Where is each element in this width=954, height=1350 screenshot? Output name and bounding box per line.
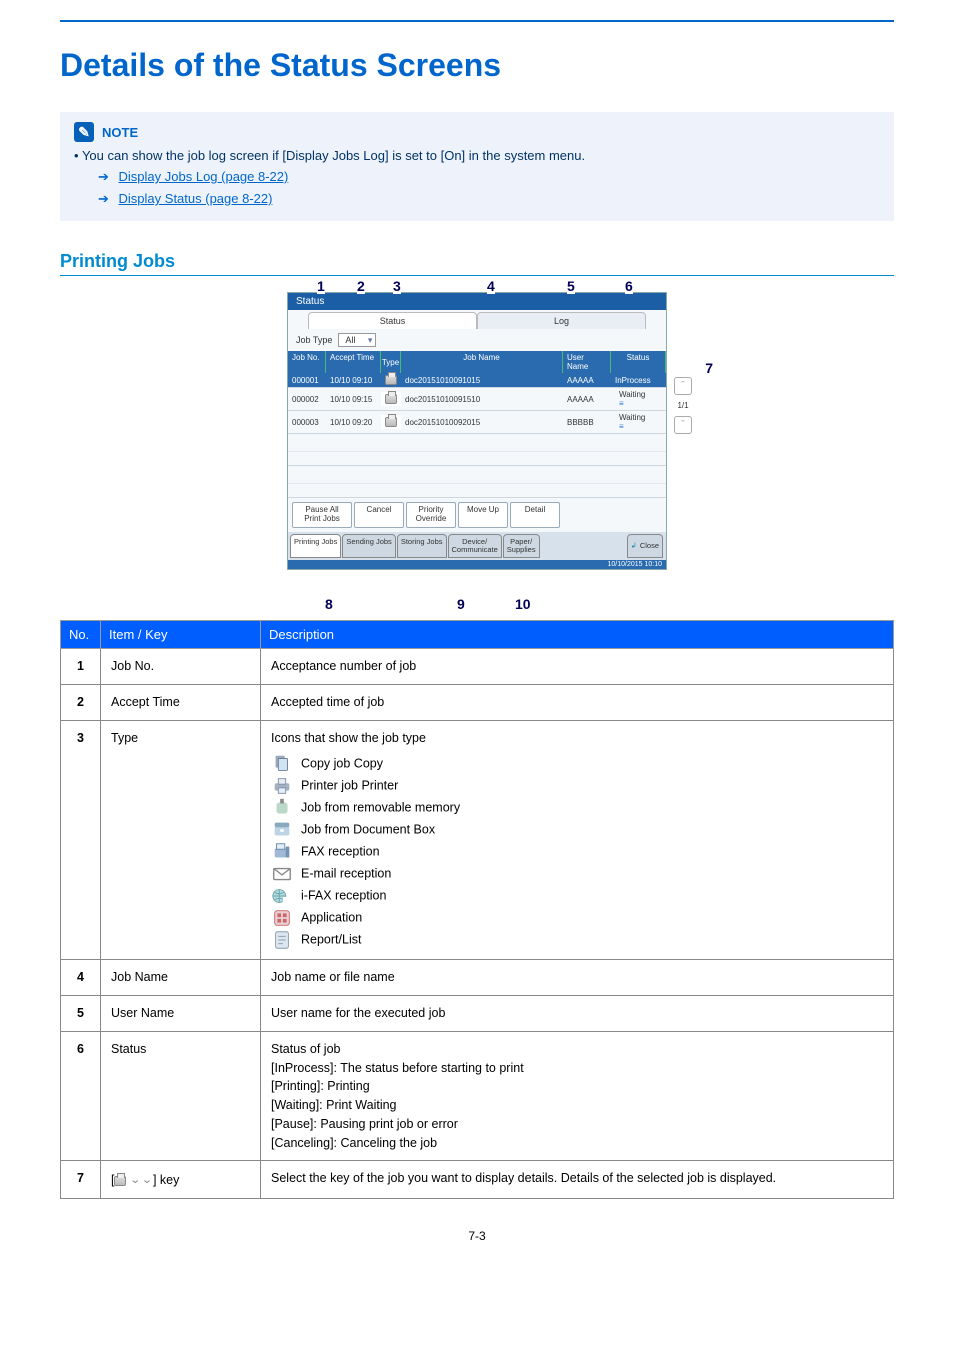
callout-4: 4 — [487, 278, 495, 294]
type-icon — [381, 392, 401, 406]
ifax-icon — [271, 885, 291, 907]
callout-10: 10 — [515, 596, 531, 612]
note-block: ✎ NOTE • You can show the job log screen… — [60, 112, 894, 221]
move-up-button[interactable]: Move Up — [458, 502, 508, 528]
table-row[interactable]: 000002 10/10 09:15 doc20151010091510 AAA… — [288, 388, 666, 411]
timestamp: 10/10/2015 10:10 — [288, 560, 666, 569]
tab-log[interactable]: Log — [477, 312, 646, 329]
callout-2: 2 — [357, 278, 365, 294]
fax-icon — [271, 841, 291, 863]
table-row[interactable]: 000003 10/10 09:20 doc20151010092015 BBB… — [288, 411, 666, 434]
th-no: No. — [61, 621, 101, 649]
table-row: 4 Job Name Job name or file name — [61, 960, 894, 996]
page-number: 7-3 — [60, 1229, 894, 1243]
tab-sending-jobs[interactable]: Sending Jobs — [342, 534, 395, 559]
tab-storing-jobs[interactable]: Storing Jobs — [397, 534, 447, 559]
callout-9: 9 — [457, 596, 465, 612]
callout-3: 3 — [393, 278, 401, 294]
th-desc: Description — [261, 621, 894, 649]
table-row: 5 User Name User name for the executed j… — [61, 996, 894, 1032]
section-title: Printing Jobs — [60, 251, 894, 276]
table-row: 3 Type Icons that show the job type Copy… — [61, 720, 894, 960]
arrow-icon: ➔ — [98, 191, 109, 206]
note-link-jobs-log[interactable]: Display Jobs Log (page 8-22) — [119, 169, 289, 184]
note-link-row: ➔ Display Status (page 8-22) — [74, 191, 880, 207]
note-icon: ✎ — [74, 122, 94, 142]
page-title: Details of the Status Screens — [60, 47, 894, 84]
tab-device-communicate[interactable]: Device/Communicate — [448, 534, 502, 559]
note-link-row: ➔ Display Jobs Log (page 8-22) — [74, 169, 880, 185]
callout-1: 1 — [317, 278, 325, 294]
window-title: Status — [288, 293, 666, 310]
tab-status[interactable]: Status — [308, 312, 477, 329]
note-line: • You can show the job log screen if [Di… — [74, 148, 880, 163]
scroll-up-button[interactable]: ˆ — [674, 377, 692, 395]
type-icon — [381, 415, 401, 429]
printer-mini-icon — [114, 1176, 126, 1186]
th-item: Item / Key — [101, 621, 261, 649]
type-icon — [381, 373, 401, 387]
table-row: 6 Status Status of job [InProcess]: The … — [61, 1031, 894, 1161]
scroll-down-button[interactable]: ˇ — [674, 416, 692, 434]
report-icon — [271, 929, 291, 951]
close-button[interactable]: Close — [627, 534, 663, 559]
usb-icon — [271, 797, 291, 819]
mail-icon — [271, 863, 291, 885]
callout-6: 6 — [625, 278, 633, 294]
app-icon — [271, 907, 291, 929]
status-screenshot: Status Status Log Job Type All Job No. A… — [287, 292, 667, 570]
table-row: 7 [⌄⌄] key Select the key of the job you… — [61, 1161, 894, 1199]
table-row[interactable]: 000001 10/10 09:10 doc20151010091015 AAA… — [288, 373, 666, 388]
note-link-display-status[interactable]: Display Status (page 8-22) — [119, 191, 273, 206]
job-type-label: Job Type — [296, 335, 332, 345]
description-table: No. Item / Key Description 1 Job No. Acc… — [60, 620, 894, 1199]
cancel-button[interactable]: Cancel — [354, 502, 404, 528]
table-row: 2 Accept Time Accepted time of job — [61, 684, 894, 720]
pause-all-button[interactable]: Pause AllPrint Jobs — [292, 502, 352, 528]
detail-button[interactable]: Detail — [510, 502, 560, 528]
box-icon — [271, 819, 291, 841]
copy-icon — [271, 753, 291, 775]
tab-printing-jobs[interactable]: Printing Jobs — [290, 534, 341, 559]
arrow-icon: ➔ — [98, 169, 109, 184]
table-row: 1 Job No. Acceptance number of job — [61, 649, 894, 685]
callout-5: 5 — [567, 278, 575, 294]
tab-paper-supplies[interactable]: Paper/Supplies — [503, 534, 540, 559]
chevron-down-icon: ⌄⌄ — [129, 1171, 152, 1188]
callout-7: 7 — [705, 360, 713, 376]
priority-override-button[interactable]: PriorityOverride — [406, 502, 456, 528]
table-header: Job No. Accept Time Type Job Name User N… — [288, 351, 666, 373]
note-heading: ✎ NOTE — [74, 122, 880, 142]
printer-icon — [271, 775, 291, 797]
note-label: NOTE — [102, 125, 138, 140]
callout-8: 8 — [325, 596, 333, 612]
page-indicator: 1/1 — [677, 401, 688, 410]
job-type-select[interactable]: All — [338, 333, 376, 347]
